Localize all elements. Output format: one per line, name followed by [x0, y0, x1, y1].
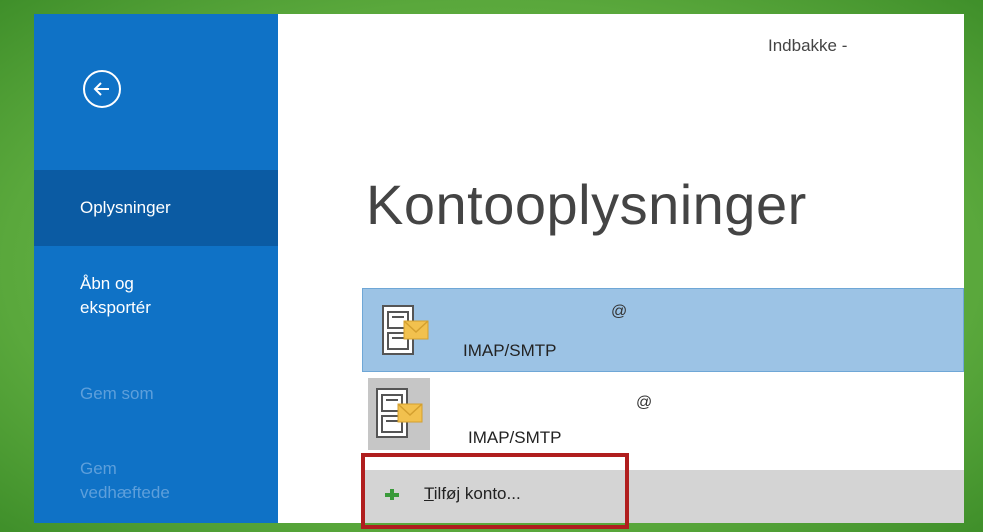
sidebar-item-label: Gem — [80, 459, 117, 478]
back-arrow-icon — [93, 82, 109, 96]
account-email: @ — [636, 394, 653, 411]
account-item[interactable]: @ IMAP/SMTP — [362, 372, 964, 458]
outlook-file-window: Oplysninger Åbn og eksportér Gem som Gem… — [34, 14, 964, 523]
email-account-icon — [377, 301, 433, 361]
account-item[interactable]: @ IMAP/SMTP — [362, 288, 964, 372]
plus-icon — [384, 486, 402, 504]
sidebar-item-gem-vedhaeftede: Gem vedhæftede — [34, 457, 278, 505]
add-account-label: Tilføj konto... — [424, 484, 521, 503]
email-account-icon — [368, 378, 430, 450]
account-dropdown-list: @ IMAP/SMTP @ IMAP/SMTP — [362, 288, 964, 458]
account-email: @ — [611, 303, 628, 320]
sidebar-item-label: Oplysninger — [80, 198, 171, 217]
sidebar-item-label: vedhæftede — [80, 483, 170, 502]
sidebar-item-oplysninger[interactable]: Oplysninger — [34, 170, 278, 246]
main-content: Indbakke - Kontooplysninger @ IMAP/SMTP … — [278, 14, 964, 523]
sidebar-item-label: eksportér — [80, 298, 151, 317]
page-title: Kontooplysninger — [366, 173, 807, 236]
account-type: IMAP/SMTP — [463, 341, 557, 360]
sidebar-item-gem-som: Gem som — [34, 382, 278, 406]
sidebar-item-aabn-og-eksporter[interactable]: Åbn og eksportér — [34, 272, 278, 320]
sidebar-item-label: Åbn og — [80, 274, 134, 293]
sidebar-item-label: Gem som — [80, 384, 154, 403]
backstage-sidebar: Oplysninger Åbn og eksportér Gem som Gem… — [34, 14, 278, 523]
back-button[interactable] — [83, 70, 121, 108]
account-type: IMAP/SMTP — [468, 428, 562, 447]
add-account-button[interactable]: Tilføj konto... — [362, 470, 964, 523]
window-title: Indbakke - — [768, 36, 848, 55]
